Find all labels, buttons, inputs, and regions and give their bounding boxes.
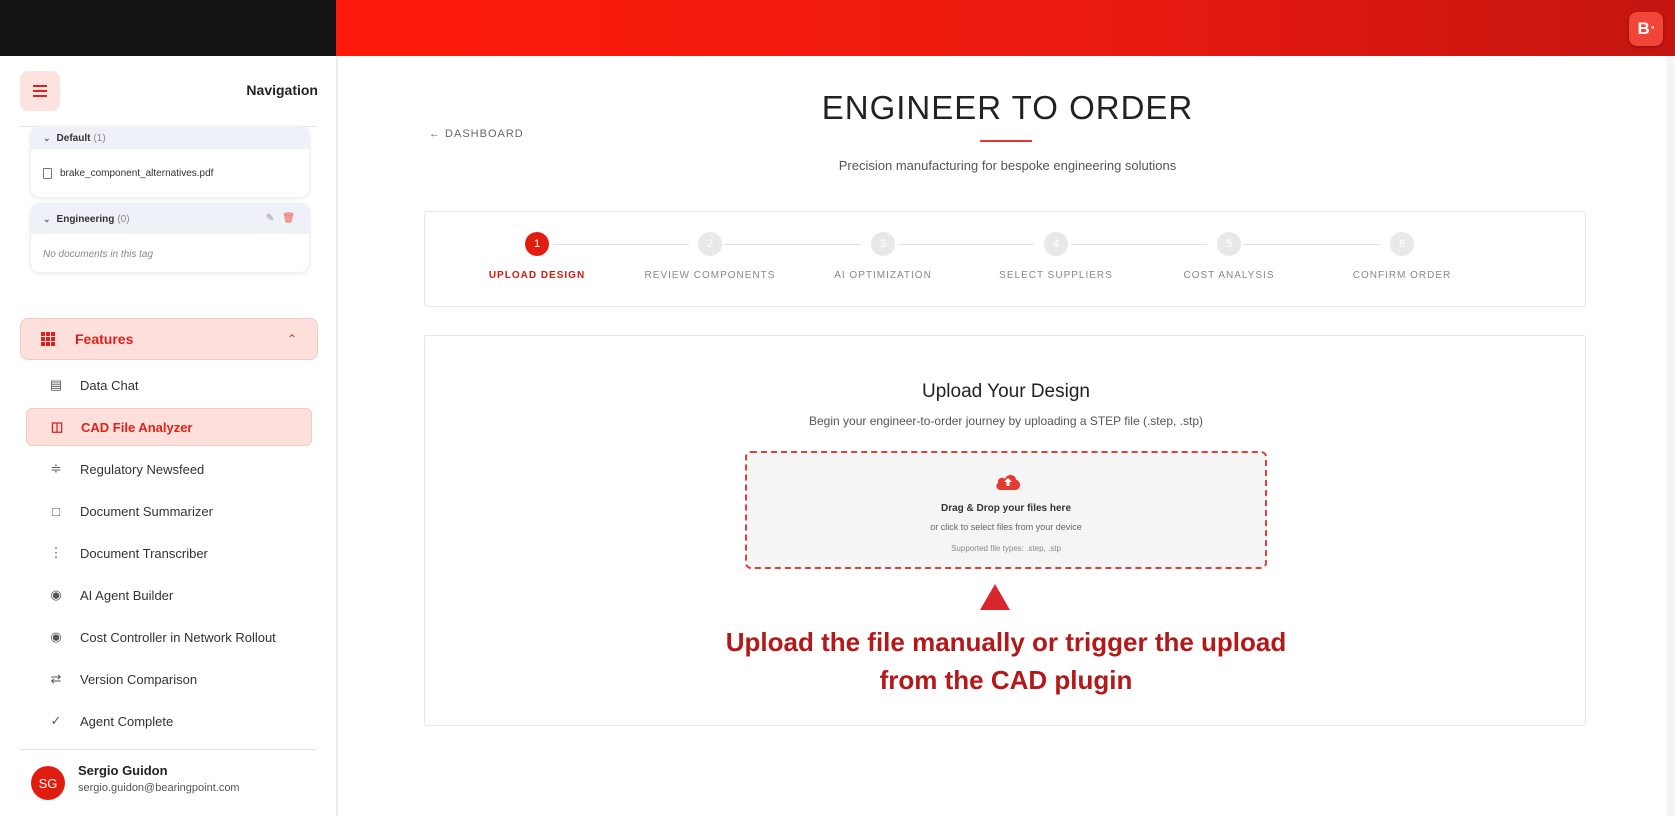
step-ai-optimization[interactable]: 3 AI OPTIMIZATION (793, 232, 973, 281)
grid-icon (41, 332, 55, 346)
step-upload-design[interactable]: 1 UPLOAD DESIGN (447, 232, 627, 281)
upload-description: Begin your engineer-to-order journey by … (809, 414, 1203, 428)
document-icon: □ (52, 503, 60, 519)
hamburger-icon (33, 85, 47, 97)
user-email: sergio.guidon@bearingpoint.com (78, 782, 240, 794)
tag-count: (0) (117, 213, 130, 225)
feature-item-version-comparison[interactable]: ⇄ Version Comparison (26, 660, 312, 698)
brand-logo[interactable]: B ° (1629, 12, 1663, 46)
upload-card: Upload Your Design Begin your engineer-t… (424, 335, 1586, 726)
waveform-icon: ⋮ (49, 545, 63, 560)
tag-actions: ✎ 🗑 (266, 213, 295, 224)
tag-empty-message: No documents in this tag (43, 248, 154, 260)
back-to-dashboard-link[interactable]: ← DASHBOARD (429, 128, 524, 140)
features-section-toggle[interactable]: Features ⌃ (20, 318, 318, 360)
dropzone-title: Drag & Drop your files here (940, 503, 1072, 514)
feature-label: Agent Complete (80, 713, 174, 729)
upload-title: Upload Your Design (922, 381, 1090, 402)
tag-name: Default (56, 132, 91, 144)
top-bar-brand-strip (336, 0, 1675, 56)
step-number: 1 (525, 232, 549, 256)
tag-header-engineering[interactable]: ⌄ Engineering (0) ✎ 🗑 (31, 204, 309, 234)
trash-icon[interactable]: 🗑 (282, 213, 295, 224)
page-subtitle: Precision manufacturing for bespoke engi… (838, 158, 1177, 173)
feature-list: ▤ Data Chat ◫ CAD File Analyzer ≑ Regulator… (26, 366, 312, 744)
step-number: 5 (1217, 232, 1241, 256)
file-dropzone[interactable]: Drag & Drop your files here or click to … (745, 451, 1267, 569)
chevron-up-icon: ⌃ (286, 332, 297, 346)
tag-card-default: ⌄ Default (1) brake_component_alternativ… (30, 126, 310, 198)
feature-label: Data Chat (80, 377, 139, 393)
sidebar-header: Navigation (0, 56, 336, 126)
dropzone-file-types: Supported file types: .step, .stp (951, 544, 1061, 553)
feature-label: Document Summarizer (80, 503, 213, 519)
step-number: 4 (1044, 232, 1068, 256)
feature-item-data-chat[interactable]: ▤ Data Chat (26, 366, 312, 404)
feature-item-cost-controller[interactable]: ◉ Cost Controller in Network Rollout (26, 618, 312, 656)
cloud-upload-icon (996, 474, 1020, 490)
avatar[interactable]: SG (31, 766, 65, 800)
chat-icon: ▤ (49, 377, 63, 392)
user-name: Sergio Guidon (78, 763, 168, 778)
scrollbar[interactable] (1667, 56, 1675, 816)
file-name: brake_component_alternatives.pdf (60, 167, 214, 179)
feature-label: Document Transcriber (80, 545, 208, 561)
edit-icon[interactable]: ✎ (266, 213, 274, 224)
chevron-down-icon: ⌄ (43, 132, 51, 143)
feature-label: AI Agent Builder (80, 587, 174, 603)
step-label: AI OPTIMIZATION (834, 270, 932, 281)
step-label: COST ANALYSIS (1183, 270, 1275, 281)
annotation-text: Upload the file manually or trigger the … (425, 623, 1587, 699)
step-number: 6 (1390, 232, 1414, 256)
features-label: Features (75, 331, 134, 347)
robot-icon: ◉ (50, 629, 62, 644)
tag-name: Engineering (56, 213, 115, 225)
annotation-line: Upload the file manually or trigger the … (725, 627, 1287, 657)
tag-count: (1) (93, 132, 106, 144)
tag-header-default[interactable]: ⌄ Default (1) (31, 127, 309, 149)
feature-label: Cost Controller in Network Rollout (80, 629, 276, 645)
rss-icon: ≑ (50, 461, 62, 476)
top-bar: B ° (0, 0, 1675, 56)
feature-item-cad-file-analyzer[interactable]: ◫ CAD File Analyzer (26, 408, 312, 446)
feature-item-document-transcriber[interactable]: ⋮ Document Transcriber (26, 534, 312, 572)
feature-label: Regulatory Newsfeed (80, 461, 205, 477)
step-label: UPLOAD DESIGN (488, 270, 586, 281)
feature-item-ai-agent-builder[interactable]: ◉ AI Agent Builder (26, 576, 312, 614)
file-icon (43, 167, 52, 179)
step-label: CONFIRM ORDER (1352, 270, 1452, 281)
step-label: REVIEW COMPONENTS (644, 270, 776, 281)
check-circle-icon: ✓ (50, 713, 62, 728)
step-confirm-order[interactable]: 6 CONFIRM ORDER (1312, 232, 1492, 281)
robot-icon: ◉ (50, 587, 62, 602)
dropzone-subtitle: or click to select files from your devic… (930, 522, 1082, 532)
feature-item-document-summarizer[interactable]: □ Document Summarizer (26, 492, 312, 530)
chart-icon: ◫ (50, 419, 64, 434)
title-underline (980, 140, 1032, 142)
compare-icon: ⇄ (50, 671, 62, 686)
feature-item-agent-complete[interactable]: ✓ Agent Complete (26, 702, 312, 740)
step-cost-analysis[interactable]: 5 COST ANALYSIS (1139, 232, 1319, 281)
annotation-line: from the CAD plugin (879, 665, 1133, 695)
sidebar: Navigation ⌄ Default (1) brake_component… (0, 56, 338, 816)
step-review-components[interactable]: 2 REVIEW COMPONENTS (620, 232, 800, 281)
feature-label: Version Comparison (80, 671, 198, 687)
step-select-suppliers[interactable]: 4 SELECT SUPPLIERS (966, 232, 1146, 281)
sidebar-title: Navigation (246, 82, 318, 98)
divider (20, 749, 316, 750)
feature-item-regulatory-newsfeed[interactable]: ≑ Regulatory Newsfeed (26, 450, 312, 488)
tag-card-engineering: ⌄ Engineering (0) ✎ 🗑 No documents in thi… (30, 203, 310, 273)
page-title: ENGINEER TO ORDER (821, 89, 1194, 126)
chevron-down-icon: ⌄ (43, 213, 51, 224)
file-item[interactable]: brake_component_alternatives.pdf (31, 149, 309, 197)
step-label: SELECT SUPPLIERS (999, 270, 1113, 281)
feature-label: CAD File Analyzer (81, 419, 193, 435)
step-number: 3 (871, 232, 895, 256)
main-content: ← DASHBOARD ENGINEER TO ORDER Precision … (340, 56, 1675, 816)
step-number: 2 (698, 232, 722, 256)
arrow-up-icon (980, 584, 1010, 610)
menu-toggle-button[interactable] (20, 71, 60, 111)
progress-stepper: 1 UPLOAD DESIGN 2 REVIEW COMPONENTS 3 AI… (424, 211, 1586, 307)
